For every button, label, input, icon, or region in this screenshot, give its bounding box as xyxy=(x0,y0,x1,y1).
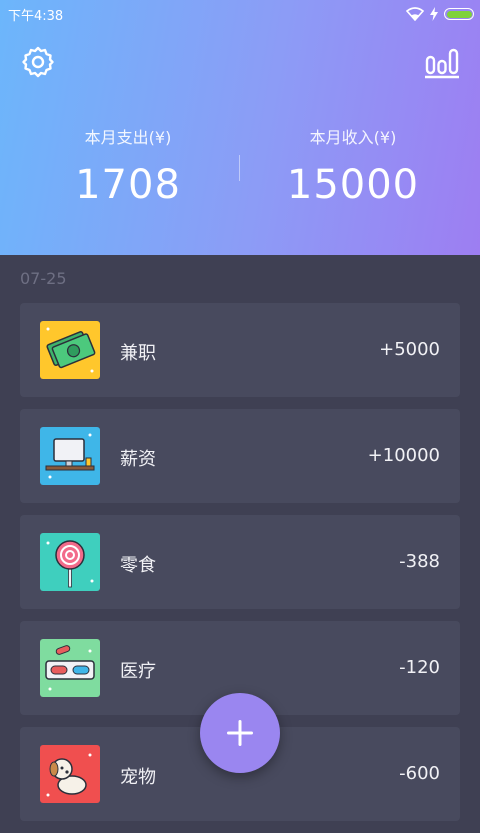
money-icon xyxy=(40,321,100,379)
gear-icon xyxy=(22,46,54,78)
record-amount: -120 xyxy=(399,657,440,678)
income-value: 15000 xyxy=(286,162,420,208)
record-name: 薪资 xyxy=(120,449,156,470)
bar-chart-icon xyxy=(425,48,459,79)
record-amount: -600 xyxy=(399,763,440,784)
income-label: 本月收入(¥) xyxy=(309,128,397,147)
lollipop-icon xyxy=(40,533,100,591)
battery-icon xyxy=(444,8,474,20)
record-amount: +10000 xyxy=(367,445,440,466)
plus-icon xyxy=(227,720,253,746)
salary-desk-icon xyxy=(40,427,100,485)
record-item[interactable]: 薪资 +10000 xyxy=(20,409,460,503)
charging-icon xyxy=(430,7,438,21)
pills-icon xyxy=(40,639,100,697)
status-icons xyxy=(406,5,474,23)
record-name: 兼职 xyxy=(120,343,156,364)
add-record-button[interactable] xyxy=(200,693,280,773)
record-name: 宠物 xyxy=(120,767,156,788)
status-bar: 下午4:38 xyxy=(0,0,480,28)
dog-icon xyxy=(40,745,100,803)
status-time: 下午4:38 xyxy=(8,9,64,24)
expense-summary: 本月支出(¥) 1708 xyxy=(8,124,248,208)
record-amount: -388 xyxy=(399,551,440,572)
header: 下午4:38 本月支出(¥) 1708 本月收入(¥) 15000 xyxy=(0,0,480,255)
date-group-label: 07-25 xyxy=(20,269,67,288)
expense-label: 本月支出(¥) xyxy=(84,128,172,147)
statistics-button[interactable] xyxy=(424,44,460,80)
record-item[interactable]: 零食 -388 xyxy=(20,515,460,609)
expense-value: 1708 xyxy=(75,162,181,208)
wifi-icon xyxy=(406,7,424,21)
record-amount: +5000 xyxy=(379,339,440,360)
record-item[interactable]: 兼职 +5000 xyxy=(20,303,460,397)
record-name: 医疗 xyxy=(120,661,156,682)
settings-button[interactable] xyxy=(20,44,56,80)
record-name: 零食 xyxy=(120,555,156,576)
income-summary: 本月收入(¥) 15000 xyxy=(240,124,466,208)
